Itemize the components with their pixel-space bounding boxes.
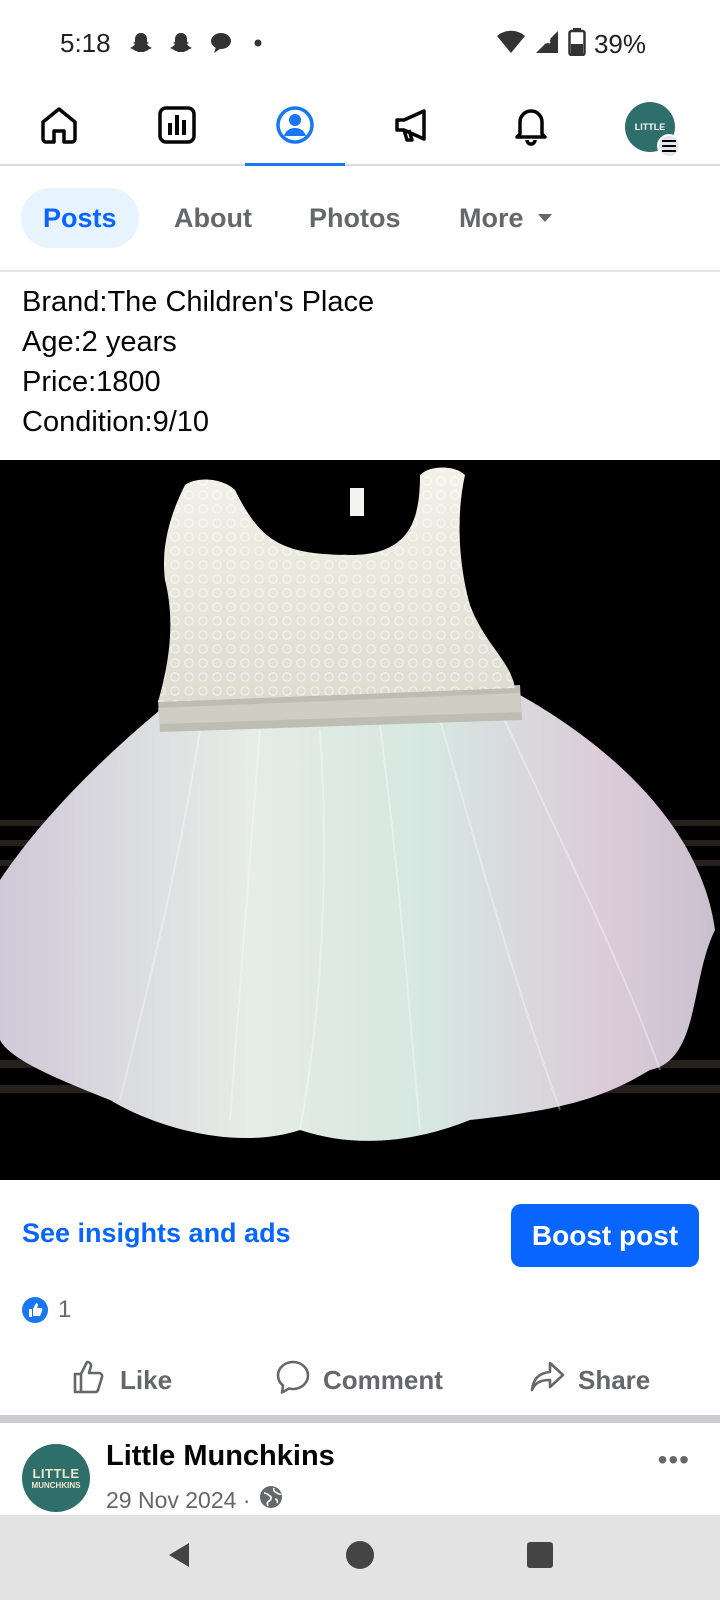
post-line-condition: Condition:9/10 — [22, 406, 210, 438]
tab-more-label: More — [459, 202, 524, 233]
avatar-text: LITTLE — [634, 122, 666, 132]
back-triangle-icon — [165, 1540, 195, 1575]
chat-bubble-icon — [208, 30, 234, 61]
post-line-brand: Brand:The Children's Place — [22, 286, 375, 318]
comment-label: Comment — [323, 1364, 443, 1395]
globe-icon — [258, 1484, 284, 1516]
reaction-count: 1 — [58, 1296, 72, 1323]
thumbs-up-icon — [72, 1359, 108, 1402]
home-icon — [38, 104, 80, 151]
post-text: Brand:The Children's Place Age:2 years P… — [22, 282, 712, 442]
like-label: Like — [120, 1364, 173, 1395]
battery-icon — [568, 28, 586, 61]
post-divider — [0, 1415, 720, 1423]
tab-posts[interactable]: Posts — [21, 188, 139, 248]
profile-icon — [274, 104, 316, 151]
snapchat-icon — [128, 30, 154, 61]
page-avatar[interactable]: LITTLE MUNCHKINS — [22, 1444, 90, 1512]
more-options-icon[interactable]: ••• — [658, 1444, 690, 1476]
dashboard-icon — [156, 104, 198, 151]
nav-notifications[interactable] — [481, 90, 581, 164]
post-photo[interactable] — [0, 460, 720, 1180]
tab-more[interactable]: More — [459, 188, 552, 248]
see-insights-link[interactable]: See insights and ads — [22, 1218, 291, 1249]
system-navigation-bar — [0, 1515, 720, 1600]
comment-button[interactable]: Comment — [275, 1350, 443, 1410]
home-button[interactable] — [320, 1515, 400, 1600]
tab-photos[interactable]: Photos — [309, 188, 401, 248]
back-button[interactable] — [140, 1515, 220, 1600]
boost-post-button[interactable]: Boost post — [511, 1204, 699, 1267]
system-status: 39% — [496, 28, 646, 61]
battery-percent: 39% — [593, 29, 646, 59]
post-date[interactable]: 29 Nov 2024 · — [106, 1487, 250, 1514]
status-bar: 5:18 39% — [0, 0, 720, 90]
post-meta: 29 Nov 2024 · — [106, 1484, 284, 1516]
post-line-age: Age:2 years — [22, 326, 177, 358]
nav-dashboard[interactable] — [127, 90, 227, 164]
reaction-summary[interactable]: 1 — [22, 1296, 71, 1324]
post-line-price: Price:1800 — [22, 366, 161, 398]
caret-down-icon — [537, 214, 552, 222]
page-avatar-line1: LITTLE — [32, 1466, 80, 1481]
like-reaction-icon — [22, 1297, 48, 1323]
dress-image — [0, 460, 720, 1180]
page-name[interactable]: Little Munchkins — [106, 1440, 335, 1473]
top-navigation: LITTLE — [0, 90, 720, 166]
signal-icon — [534, 29, 560, 60]
notification-icons — [128, 30, 268, 61]
recents-button[interactable] — [500, 1515, 580, 1600]
page-avatar-line2: MUNCHKINS — [31, 1481, 81, 1490]
wifi-icon — [496, 29, 526, 60]
share-label: Share — [578, 1364, 651, 1395]
nav-home[interactable] — [9, 90, 109, 164]
menu-icon — [657, 134, 681, 158]
nav-profile[interactable] — [245, 90, 345, 166]
post-actions: Like Comment Share — [0, 1350, 720, 1410]
recents-square-icon — [525, 1540, 555, 1575]
nav-ads[interactable] — [363, 90, 463, 164]
comment-icon — [275, 1359, 311, 1402]
snapchat-icon — [168, 30, 194, 61]
avatar: LITTLE — [625, 102, 681, 158]
profile-tabs: Posts About Photos More — [0, 168, 720, 272]
status-time: 5:18 — [60, 28, 111, 58]
share-icon — [530, 1359, 566, 1402]
dot-icon — [248, 30, 268, 61]
home-circle-icon — [345, 1540, 375, 1575]
share-button[interactable]: Share — [530, 1350, 650, 1410]
like-button[interactable]: Like — [72, 1350, 172, 1410]
nav-account[interactable]: LITTLE — [600, 90, 700, 164]
bell-icon — [510, 104, 552, 151]
tab-about[interactable]: About — [174, 188, 252, 248]
megaphone-icon — [392, 104, 434, 151]
